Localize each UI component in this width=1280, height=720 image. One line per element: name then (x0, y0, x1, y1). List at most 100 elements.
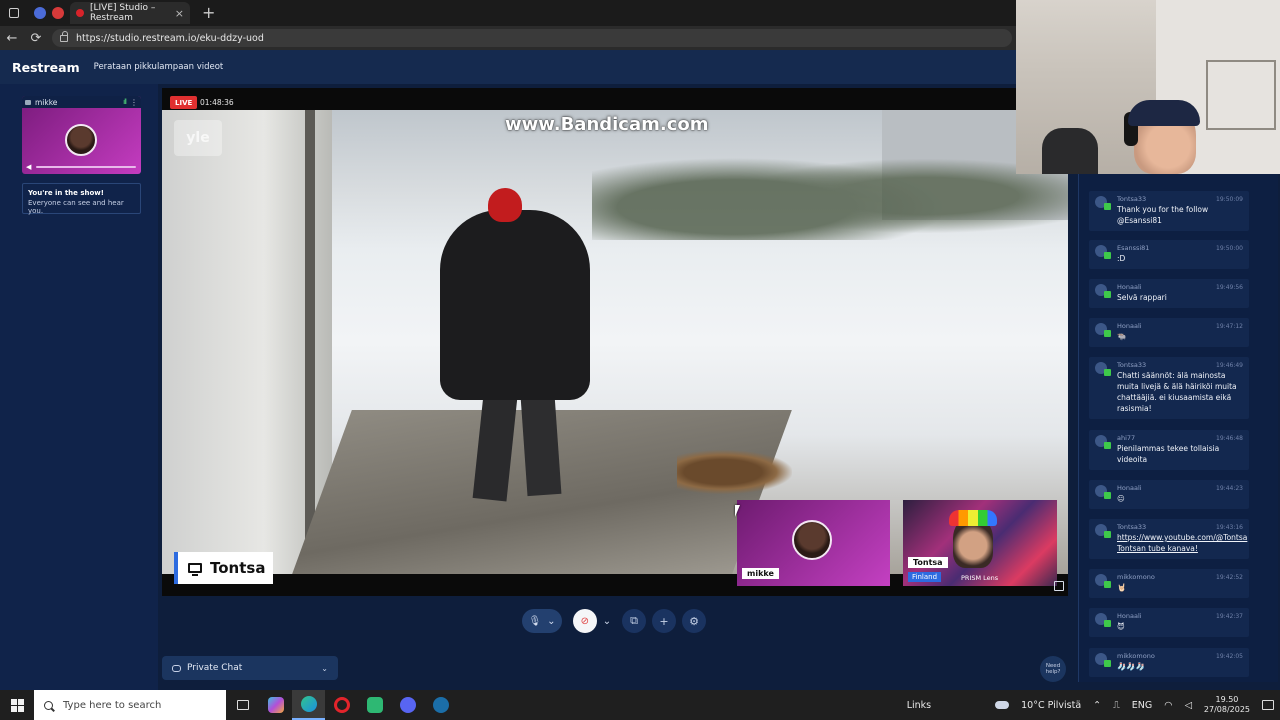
new-tab-button[interactable]: + (202, 5, 215, 21)
back-button[interactable]: ← (0, 26, 24, 50)
opera-icon[interactable] (52, 7, 64, 19)
microphone-icon: 🎙 (528, 615, 542, 627)
platform-icon (1104, 330, 1111, 337)
chat-text: 😐 (1117, 494, 1125, 503)
language-indicator[interactable]: ENG (1132, 700, 1152, 711)
clock-date: 27/08/2025 (1203, 705, 1250, 714)
chevron-down-icon[interactable]: ⌄ (603, 616, 611, 627)
fullscreen-icon[interactable] (1054, 581, 1064, 591)
chat-timestamp: 19:46:49 (1216, 362, 1243, 369)
weather-icon (995, 701, 1010, 709)
wifi-icon[interactable]: ◠ (1164, 700, 1172, 711)
chat-message: mikkomono 19:42:52 🤘🏻 (1089, 569, 1249, 598)
windows-start-icon[interactable] (0, 690, 34, 720)
webcam-shelf (1206, 60, 1276, 130)
chat-timestamp: 19:50:09 (1216, 196, 1243, 203)
steam-icon[interactable] (424, 690, 457, 720)
chat-timestamp: 19:46:48 (1216, 435, 1243, 442)
channel-logo: yle (174, 120, 222, 156)
chat-text: :D (1117, 254, 1126, 263)
chat-message: Tontsa33 19:43:16 https://www.youtube.com/… (1089, 519, 1249, 559)
notification-icon[interactable] (1262, 700, 1274, 710)
plus-icon: + (659, 614, 669, 628)
video-person-hat (488, 188, 522, 222)
webcam-chair (1042, 128, 1098, 174)
speaker-icon[interactable]: ◁ (1185, 700, 1192, 711)
chat-text: 🧦🧦🧦 (1117, 662, 1146, 671)
opera-browser-icon[interactable] (325, 690, 358, 720)
camera-button[interactable]: ⊘ ⌄ (572, 609, 612, 633)
chevron-down-icon: ⌄ (321, 663, 328, 673)
platform-icon (1104, 660, 1111, 667)
chat-message: Honaali 19:44:23 😐 (1089, 480, 1249, 509)
camera-off-icon: ⊘ (572, 609, 597, 633)
platform-icon (1104, 581, 1111, 588)
in-show-notice: You're in the show! Everyone can see and… (22, 183, 141, 215)
guest-avatar (65, 124, 97, 156)
clock-time: 19.50 (1215, 695, 1239, 704)
taskbar-search[interactable]: Type here to search (34, 690, 226, 720)
host-name-label: Tontsa (174, 552, 273, 584)
chat-timestamp: 19:44:23 (1216, 485, 1243, 492)
chat-text[interactable]: https://www.youtube.com/@Tontsa Tontsan … (1117, 533, 1247, 555)
chat-message: Tontsa33 19:46:49 Chatti säännöt: älä main… (1089, 357, 1249, 419)
bandicam-watermark: www.Bandicam.com (505, 114, 709, 135)
chat-message: Honaali 19:47:12 🐃 (1089, 318, 1249, 347)
restream-logo[interactable]: Restream (12, 60, 80, 75)
task-view-icon[interactable] (226, 690, 259, 720)
edge-browser-icon[interactable] (292, 690, 325, 720)
share-screen-button[interactable]: ⧉ (622, 609, 646, 633)
participant-name: Tontsa (908, 557, 948, 568)
chat-text: 😈 (1117, 622, 1125, 631)
volume-icon[interactable]: ◀ (26, 163, 31, 171)
windows-taskbar: Type here to search Links 10°C Pilvistä … (0, 690, 1280, 720)
weather-text[interactable]: 10°C Pilvistä (1021, 700, 1081, 711)
platform-icon (1104, 369, 1111, 376)
system-tray: Links 10°C Pilvistä ⌃ ⎍ ENG ◠ ◁ 19.50 27… (907, 695, 1280, 715)
chat-timestamp: 19:43:16 (1216, 524, 1243, 531)
taskbar-clock[interactable]: 19.50 27/08/2025 (1204, 695, 1250, 715)
webcam-overlay (1016, 0, 1280, 174)
video-person (440, 210, 590, 400)
volume-slider[interactable] (36, 166, 136, 168)
discord-icon[interactable] (391, 690, 424, 720)
stage-tile-tontsa[interactable]: Tontsa Finland PRISM Lens (903, 500, 1057, 586)
video-trees (592, 130, 1068, 240)
guest-menu-icon[interactable]: ⋮ (130, 98, 138, 107)
url-field[interactable]: https://studio.restream.io/eku-ddzy-uod (52, 29, 1012, 47)
chat-bubble-icon (172, 664, 181, 672)
camera-icon (25, 99, 31, 105)
settings-button[interactable]: ⚙ (682, 609, 706, 633)
host-name: Tontsa (210, 559, 266, 577)
profile-icon[interactable] (34, 7, 46, 19)
links-toolbar[interactable]: Links (907, 700, 931, 711)
window-menu-icon[interactable] (0, 0, 28, 26)
chat-message: ahi77 19:46:48 Pienilammas tekee tollaisia… (1089, 430, 1249, 470)
tab-close-icon[interactable]: × (175, 7, 184, 20)
stage-tile-mikke[interactable]: mikke (737, 500, 890, 586)
url-text: https://studio.restream.io/eku-ddzy-uod (76, 32, 264, 44)
tray-chevron-icon[interactable]: ⌃ (1093, 700, 1101, 711)
reload-button[interactable]: ⟳ (24, 26, 48, 50)
live-timer: 01:48:36 (200, 98, 234, 107)
microphone-button[interactable]: 🎙 ⌄ (522, 609, 562, 633)
platform-icon (1104, 620, 1111, 627)
guest-card-mikke[interactable]: mikke ıll ⋮ ◀ (22, 96, 141, 174)
network-icon[interactable]: ⎍ (1113, 700, 1120, 711)
participant-avatar (792, 520, 832, 560)
video-dog (677, 450, 792, 494)
copilot-icon[interactable] (259, 690, 292, 720)
streaming-app-icon[interactable] (358, 690, 391, 720)
private-chat-toggle[interactable]: Private Chat ⌄ (162, 656, 338, 680)
add-button[interactable]: + (652, 609, 676, 633)
chat-message: mikkomono 19:42:05 🧦🧦🧦 (1089, 648, 1249, 677)
chat-text: Chatti säännöt: älä mainosta muita livej… (1117, 371, 1237, 413)
stream-title[interactable]: Perataan pikkulampaan videot (94, 62, 224, 72)
tab-restream-studio[interactable]: [LIVE] Studio – Restream × (70, 2, 190, 24)
in-show-subtitle: Everyone can see and hear you. (28, 199, 124, 215)
need-help-button[interactable]: Need help? (1040, 656, 1066, 682)
chat-text: 🐃 (1117, 332, 1127, 341)
chevron-down-icon[interactable]: ⌄ (547, 616, 555, 627)
mouse-cursor (735, 505, 740, 517)
chat-message: Tontsa33 19:50:09 Thank you for the follow… (1089, 191, 1249, 231)
